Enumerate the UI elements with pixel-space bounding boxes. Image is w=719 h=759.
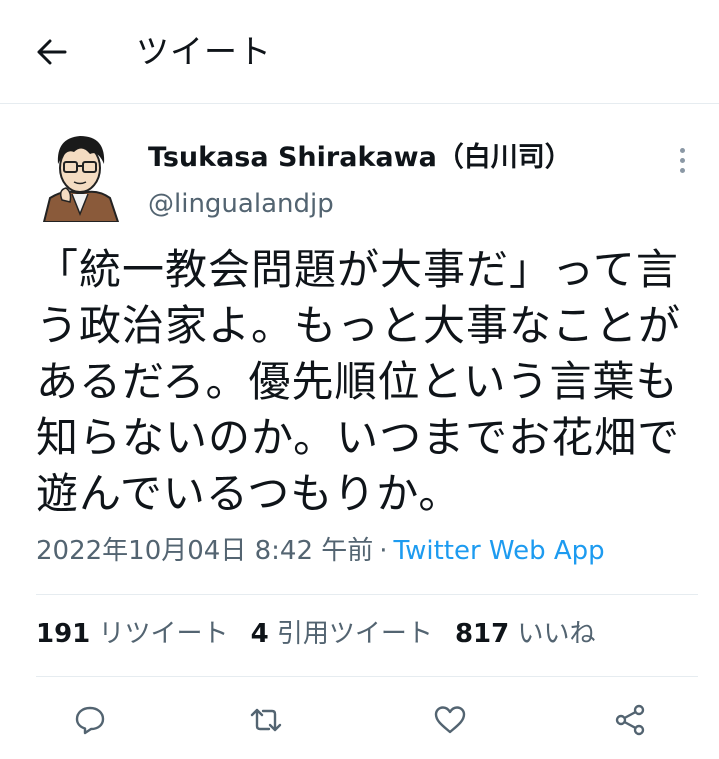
retweet-icon (250, 708, 282, 732)
meta-separator: · (379, 536, 388, 566)
more-options-button[interactable] (664, 140, 700, 180)
tweet-meta: 2022年10月04日 8:42 午前 · Twitter Web App (36, 532, 605, 570)
reply-button[interactable] (68, 698, 112, 742)
retweet-count: 191 (36, 619, 91, 649)
quote-count: 4 (250, 619, 269, 649)
cartoon-avatar-icon (42, 136, 120, 223)
tweet-timestamp[interactable]: 2022年10月04日 8:42 午前 (36, 536, 373, 566)
share-icon (615, 704, 645, 736)
divider (36, 676, 698, 677)
like-icon (434, 706, 466, 734)
quote-label: 引用ツイート (276, 619, 433, 649)
tweet-actions (0, 694, 719, 750)
top-bar: ツイート (0, 0, 719, 104)
retweet-button[interactable] (244, 698, 288, 742)
likes-stat[interactable]: 817 いいね (455, 619, 596, 649)
share-button[interactable] (608, 698, 652, 742)
more-dot-icon (679, 157, 685, 163)
tweet-text: 「統一教会問題が大事だ」って言 う政治家よ。もっと大事なことが あるだろ。優先順… (36, 242, 686, 522)
divider (36, 594, 698, 595)
retweets-stat[interactable]: 191 リツイート (36, 619, 229, 649)
tweet-text-line: 遊んでいるつもりか。 (36, 469, 462, 518)
more-dot-icon (679, 167, 685, 173)
author-display-name[interactable]: Tsukasa Shirakawa（白川司） (148, 140, 572, 176)
tweet-text-line: あるだろ。優先順位という言葉も (36, 357, 679, 406)
page-title: ツイート (136, 32, 272, 71)
reply-icon (75, 706, 105, 735)
like-label: いいね (517, 619, 596, 649)
quotes-stat[interactable]: 4 引用ツイート (251, 619, 433, 649)
arrow-left-icon (37, 39, 67, 65)
retweet-label: リツイート (98, 619, 229, 649)
like-button[interactable] (428, 698, 472, 742)
tweet-source-link[interactable]: Twitter Web App (394, 536, 605, 566)
author-handle[interactable]: @lingualandjp (148, 186, 334, 222)
tweet-text-line: 「統一教会問題が大事だ」って言 (36, 245, 679, 294)
avatar[interactable] (36, 128, 124, 223)
like-count: 817 (454, 619, 510, 649)
tweet-stats: 191 リツイート 4 引用ツイート 817 いいね (36, 614, 618, 654)
more-dot-icon (679, 147, 685, 153)
tweet-text-line: 知らないのか。いつまでお花畑で (36, 413, 681, 462)
back-button[interactable] (28, 28, 76, 76)
tweet-text-line: う政治家よ。もっと大事なことが (36, 301, 682, 350)
